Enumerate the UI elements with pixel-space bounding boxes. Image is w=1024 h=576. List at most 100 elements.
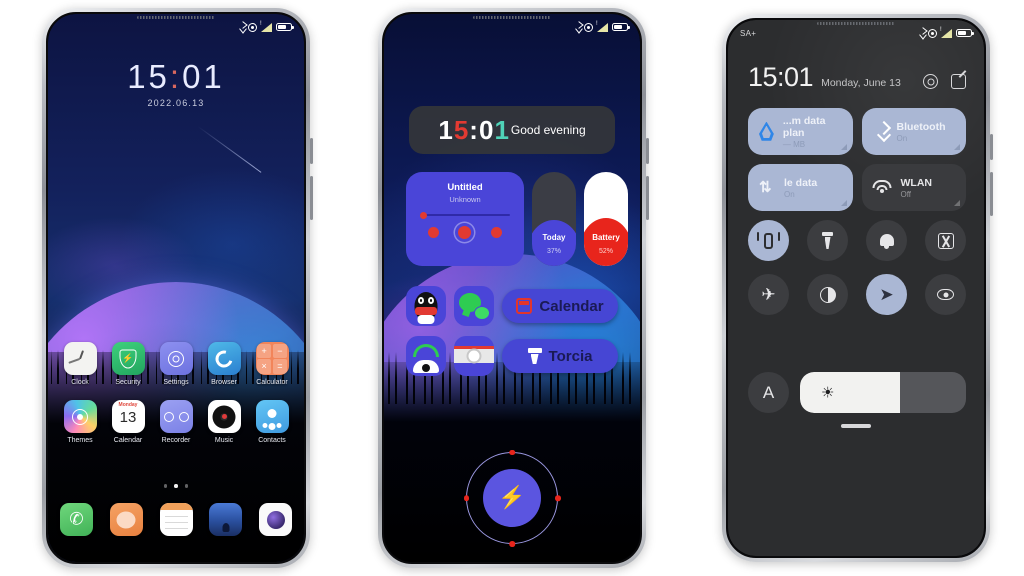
bluetooth-icon bbox=[917, 28, 924, 38]
music-icon bbox=[207, 400, 241, 433]
lock-time: 15:01 bbox=[48, 58, 304, 96]
app-calendar[interactable]: Monday 13 Calendar bbox=[106, 400, 150, 444]
volume-button[interactable] bbox=[646, 176, 649, 220]
battery-widget[interactable]: Battery 52% bbox=[584, 172, 628, 266]
today-label: Today bbox=[542, 233, 566, 242]
bluetooth-icon bbox=[873, 122, 888, 141]
auto-brightness-button[interactable]: A bbox=[748, 372, 789, 413]
page-dot[interactable] bbox=[184, 484, 189, 488]
brightness-slider[interactable]: ☀ bbox=[800, 372, 966, 413]
torch-shortcut-pill[interactable]: Torcia bbox=[502, 339, 618, 373]
play-pause-button[interactable] bbox=[458, 226, 472, 239]
wechat-icon[interactable] bbox=[454, 286, 494, 326]
recorder-icon bbox=[159, 400, 193, 433]
tile-expand-corner[interactable] bbox=[840, 144, 847, 150]
camera-icon[interactable] bbox=[454, 336, 494, 376]
location-icon[interactable]: ➤ bbox=[866, 274, 907, 315]
tile-subtitle: — MB bbox=[782, 139, 806, 149]
tile-expand-corner[interactable] bbox=[840, 200, 847, 206]
quick-settings-tiles: ...m data plan — MB Bluetooth On ⇅ le da… bbox=[748, 108, 966, 211]
page-indicator[interactable] bbox=[48, 484, 304, 488]
today-widget[interactable]: Today 37% bbox=[532, 172, 576, 266]
screenshot-icon[interactable] bbox=[925, 220, 966, 261]
battery-value: 52% bbox=[598, 248, 613, 255]
browser-icon bbox=[207, 342, 241, 375]
toggle-row-2: ✈ ➤ bbox=[748, 274, 966, 315]
app-themes[interactable]: Themes bbox=[58, 400, 102, 444]
data-drop-icon bbox=[759, 121, 774, 141]
page-dot-active[interactable] bbox=[174, 484, 178, 488]
app-security[interactable]: Security bbox=[106, 342, 150, 386]
tile-mobile-data[interactable]: ⇅ le data On bbox=[748, 164, 853, 211]
camera-icon[interactable] bbox=[259, 503, 292, 536]
phone-icon[interactable] bbox=[406, 336, 446, 376]
app-contacts[interactable]: Contacts bbox=[250, 400, 294, 444]
app-recorder[interactable]: Recorder bbox=[154, 400, 198, 444]
clock-digits: 15:01 bbox=[438, 115, 510, 146]
tile-subtitle: On bbox=[784, 189, 795, 199]
music-widget[interactable]: Untitled Unknown bbox=[406, 172, 524, 266]
clock-widget[interactable]: 15:01 Good evening bbox=[409, 106, 615, 154]
clock-digit-1: 1 bbox=[438, 114, 454, 145]
music-progress-bar[interactable] bbox=[420, 211, 510, 219]
power-button[interactable] bbox=[990, 134, 993, 160]
dark-mode-icon[interactable] bbox=[807, 274, 848, 315]
flashlight-icon[interactable] bbox=[807, 220, 848, 261]
app-label: Music bbox=[214, 437, 234, 444]
app-calculator[interactable]: + − × = Calculator bbox=[250, 342, 294, 386]
calendar-month: Monday bbox=[118, 402, 138, 408]
battery-icon bbox=[276, 23, 294, 31]
gear-icon[interactable] bbox=[923, 74, 938, 89]
phone-3-control-center: SA+ ! 15:01 Monday, June 13 ...m data pl… bbox=[722, 14, 993, 562]
mobile-data-icon: ⇅ bbox=[759, 178, 772, 196]
signal-icon: ! bbox=[260, 21, 272, 32]
app-label: Browser bbox=[211, 379, 237, 386]
volume-button[interactable] bbox=[990, 172, 993, 216]
qq-icon[interactable] bbox=[406, 286, 446, 326]
app-grid: Clock Security Settings Browser bbox=[58, 342, 294, 458]
app-settings[interactable]: Settings bbox=[154, 342, 198, 386]
previous-button[interactable] bbox=[427, 227, 439, 238]
widget-row: Untitled Unknown Today 37% Battery 52% bbox=[406, 172, 628, 266]
phone-icon[interactable] bbox=[60, 503, 93, 536]
phone-2-home-screen: ! 15:01 Good evening Untitled Unknown To… bbox=[378, 8, 649, 568]
app-clock[interactable]: Clock bbox=[58, 342, 102, 386]
page-dot[interactable] bbox=[163, 484, 168, 488]
calendar-icon bbox=[516, 298, 533, 314]
calendar-shortcut-pill[interactable]: Calendar bbox=[502, 289, 618, 323]
notes-icon[interactable] bbox=[159, 503, 193, 536]
clock-digit-3: 0 bbox=[478, 114, 495, 145]
tile-wlan[interactable]: WLAN Off bbox=[861, 164, 966, 211]
circle-widget[interactable]: ⚡ bbox=[463, 449, 561, 547]
tile-expand-corner[interactable] bbox=[954, 200, 960, 206]
app-label: Settings bbox=[163, 379, 189, 386]
alarm-ring-icon bbox=[248, 22, 257, 32]
messages-icon[interactable] bbox=[109, 503, 143, 536]
vibrate-icon[interactable] bbox=[748, 220, 789, 261]
music-artist: Unknown bbox=[449, 195, 481, 204]
power-button[interactable] bbox=[310, 138, 313, 164]
volume-button[interactable] bbox=[310, 176, 313, 220]
app-browser[interactable]: Browser bbox=[202, 342, 246, 386]
ring-dot bbox=[555, 495, 561, 501]
tile-bluetooth[interactable]: Bluetooth On bbox=[861, 108, 966, 155]
next-button[interactable] bbox=[491, 227, 503, 238]
lock-time-hour: 15 bbox=[127, 58, 170, 95]
round-toggles: ✈ ➤ bbox=[748, 220, 966, 328]
app-row-2: Themes Monday 13 Calendar Recorder Music… bbox=[58, 400, 294, 444]
greeting-text: Good evening bbox=[510, 123, 586, 137]
app-music[interactable]: Music bbox=[202, 400, 246, 444]
alarm-ring-icon bbox=[928, 28, 937, 38]
calendar-day: 13 bbox=[119, 409, 137, 426]
bell-icon[interactable] bbox=[866, 220, 907, 261]
eye-care-icon[interactable] bbox=[925, 274, 966, 315]
tile-data-plan[interactable]: ...m data plan — MB bbox=[748, 108, 853, 155]
airplane-icon[interactable]: ✈ bbox=[748, 274, 789, 315]
tile-expand-corner[interactable] bbox=[954, 144, 960, 150]
edit-icon[interactable] bbox=[951, 74, 966, 89]
gallery-icon[interactable] bbox=[209, 503, 243, 536]
lock-time-minute: 01 bbox=[182, 58, 225, 95]
drag-handle[interactable] bbox=[841, 424, 871, 428]
app-label: Calculator bbox=[256, 379, 288, 386]
power-button[interactable] bbox=[646, 138, 649, 164]
